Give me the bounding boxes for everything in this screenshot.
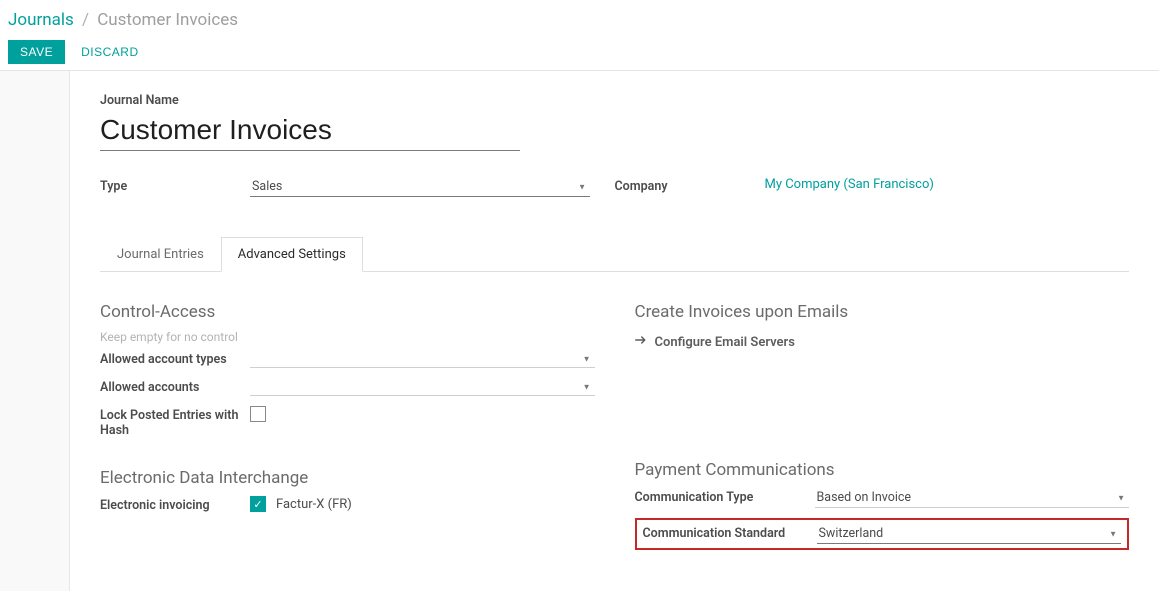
- comm-std-value: Switzerland: [819, 526, 884, 541]
- control-access-hint: Keep empty for no control: [100, 330, 595, 344]
- journal-name-label: Journal Name: [100, 93, 1129, 108]
- chevron-down-icon: ▼: [578, 182, 586, 191]
- type-label: Type: [100, 179, 127, 194]
- lock-posted-label: Lock Posted Entries with Hash: [100, 408, 238, 438]
- tabs: Journal Entries Advanced Settings: [100, 237, 1129, 272]
- tab-journal-entries[interactable]: Journal Entries: [100, 237, 221, 272]
- type-value: Sales: [252, 179, 282, 194]
- breadcrumb-root[interactable]: Journals: [8, 10, 74, 30]
- edi-title: Electronic Data Interchange: [100, 468, 595, 488]
- einvoice-checkbox[interactable]: [250, 496, 266, 512]
- save-button[interactable]: SAVE: [8, 40, 65, 64]
- payment-title: Payment Communications: [635, 460, 1130, 480]
- tab-advanced-settings[interactable]: Advanced Settings: [221, 237, 363, 272]
- journal-name-input[interactable]: [100, 114, 520, 151]
- allowed-types-label: Allowed account types: [100, 352, 227, 367]
- control-access-title: Control-Access: [100, 302, 595, 322]
- comm-std-select[interactable]: Switzerland ▼: [817, 524, 1122, 544]
- comm-type-value: Based on Invoice: [817, 490, 912, 505]
- allowed-accounts-label: Allowed accounts: [100, 380, 199, 395]
- configure-email-label: Configure Email Servers: [655, 335, 795, 350]
- breadcrumb: Journals / Customer Invoices: [8, 10, 1151, 30]
- einvoice-label: Electronic invoicing: [100, 498, 210, 513]
- chevron-down-icon: ▼: [583, 382, 591, 391]
- emails-title: Create Invoices upon Emails: [635, 302, 1130, 322]
- lock-posted-checkbox[interactable]: [250, 406, 266, 422]
- left-gutter: [0, 71, 70, 591]
- chevron-down-icon: ▼: [583, 354, 591, 363]
- comm-std-label: Communication Standard: [643, 526, 786, 541]
- allowed-accounts-select[interactable]: ▼: [250, 378, 595, 396]
- arrow-right-icon: [635, 334, 647, 350]
- configure-email-link[interactable]: Configure Email Servers: [635, 334, 795, 350]
- allowed-types-select[interactable]: ▼: [250, 350, 595, 368]
- chevron-down-icon: ▼: [1117, 493, 1125, 502]
- comm-type-label: Communication Type: [635, 490, 754, 505]
- comm-std-highlight: Communication Standard Switzerland ▼: [635, 518, 1130, 550]
- einvoice-option: Factur-X (FR): [276, 497, 352, 512]
- company-label: Company: [615, 179, 668, 194]
- discard-button[interactable]: DISCARD: [81, 45, 139, 59]
- company-link[interactable]: My Company (San Francisco): [765, 177, 934, 192]
- comm-type-select[interactable]: Based on Invoice ▼: [815, 488, 1130, 508]
- breadcrumb-current: Customer Invoices: [97, 10, 238, 30]
- breadcrumb-sep: /: [82, 10, 89, 30]
- chevron-down-icon: ▼: [1109, 529, 1117, 538]
- type-select[interactable]: Sales ▼: [250, 177, 590, 197]
